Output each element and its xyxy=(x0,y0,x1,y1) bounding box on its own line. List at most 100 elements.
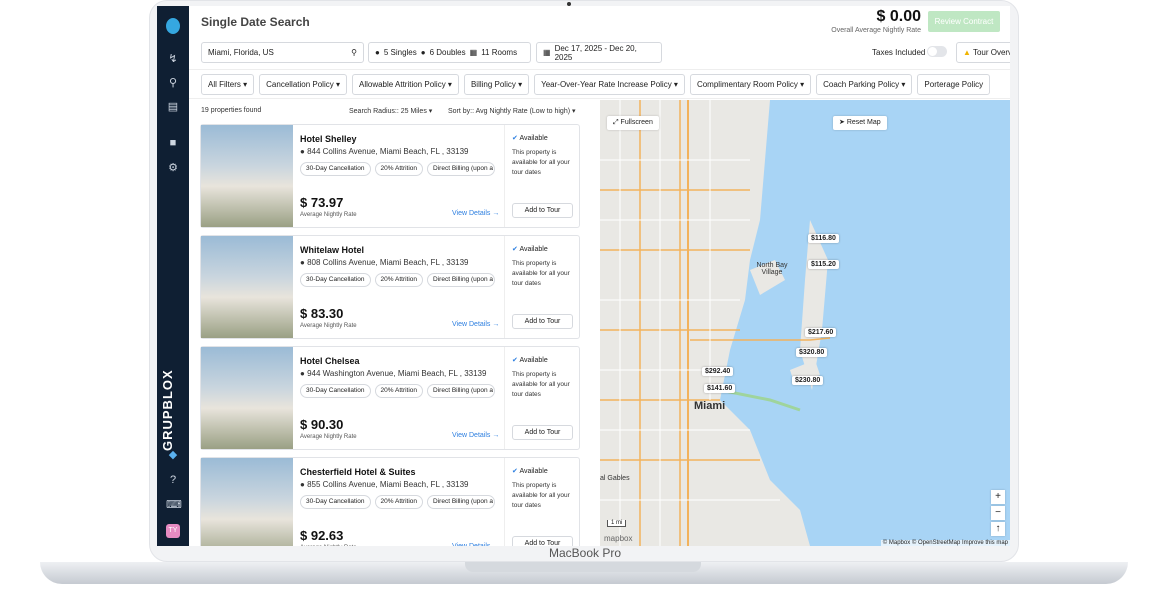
hotel-photo[interactable] xyxy=(201,458,293,546)
hotel-name[interactable]: Hotel Chelsea xyxy=(300,356,360,366)
price-pin[interactable]: $320.80 xyxy=(796,348,828,357)
singles-count: 5 Singles xyxy=(383,48,417,57)
map[interactable]: ⤢ Fullscreen ➤ Reset Map North Bay Villa… xyxy=(600,100,1010,546)
fullscreen-button[interactable]: ⤢ Fullscreen xyxy=(607,116,659,130)
map-attribution[interactable]: © Mapbox © OpenStreetMap Improve this ma… xyxy=(880,540,1010,546)
avatar[interactable]: TY xyxy=(166,524,180,538)
taxes-label: Taxes Included xyxy=(872,48,926,57)
date-range-value: Dec 17, 2025 - Dec 20, 2025 xyxy=(554,43,637,62)
add-to-tour-button[interactable]: Add to Tour xyxy=(512,536,573,546)
availability-status: ✔ Available xyxy=(512,135,548,142)
add-to-tour-button[interactable]: Add to Tour xyxy=(512,314,573,329)
location-input[interactable]: Miami, Florida, US ⚲ xyxy=(201,42,364,63)
hotel-price: $ 73.97 xyxy=(300,195,344,210)
hotel-card[interactable]: Hotel Shelley ● 844 Collins Avenue, Miam… xyxy=(200,124,580,228)
gear-icon[interactable]: ⚙ xyxy=(166,161,180,175)
hotel-card[interactable]: Hotel Chelsea ● 944 Washington Avenue, M… xyxy=(200,346,580,450)
total-amount-caption: Overall Average Nightly Rate xyxy=(831,27,921,34)
price-pin[interactable]: $230.80 xyxy=(792,376,824,385)
hotel-address: ● 808 Collins Avenue, Miami Beach, FL , … xyxy=(300,258,469,267)
hotel-name[interactable]: Hotel Shelley xyxy=(300,134,357,144)
view-details-link[interactable]: View Details → xyxy=(452,543,499,546)
device-label: MacBook Pro xyxy=(548,546,622,560)
view-details-link[interactable]: View Details → xyxy=(452,321,499,328)
price-pin[interactable]: $217.60 xyxy=(805,328,837,337)
tour-overview-button[interactable]: ▲ Tour Overview xyxy=(956,42,1010,63)
filter-attrition[interactable]: Allowable Attrition Policy ▾ xyxy=(351,74,459,95)
policy-tags: 30-Day Cancellation 20% Attrition Direct… xyxy=(300,162,496,176)
date-range-picker[interactable]: ▦ Dec 17, 2025 - Dec 20, 2025 xyxy=(536,42,662,63)
map-label-north-bay: North Bay Village xyxy=(756,262,788,276)
hotel-card[interactable]: Chesterfield Hotel & Suites ● 855 Collin… xyxy=(200,457,580,546)
check-icon: ✔ xyxy=(512,246,518,253)
mapbox-logo: mapbox xyxy=(604,534,633,543)
hotel-address: ● 855 Collins Avenue, Miami Beach, FL , … xyxy=(300,480,469,489)
availability-text: This property is available for all your … xyxy=(512,149,570,176)
clipboard-icon[interactable]: ■ xyxy=(166,136,180,150)
hotel-photo[interactable] xyxy=(201,236,293,338)
price-pin[interactable]: $141.60 xyxy=(704,384,736,393)
search-radius[interactable]: Search Radius:: 25 Miles ▾ xyxy=(349,107,432,115)
map-scale: 1 mi xyxy=(607,520,627,527)
route-icon[interactable]: ↯ xyxy=(166,52,180,66)
view-details-link[interactable]: View Details → xyxy=(452,210,499,217)
policy-tags: 30-Day Cancellation 20% Attrition Direct… xyxy=(300,495,496,509)
hotel-price: $ 90.30 xyxy=(300,417,344,432)
price-pin[interactable]: $115.20 xyxy=(808,260,839,269)
page-title: Single Date Search xyxy=(201,15,310,29)
policy-tags: 30-Day Cancellation 20% Attrition Direct… xyxy=(300,273,496,287)
taxes-toggle[interactable] xyxy=(927,46,947,57)
policy-tag: Direct Billing (upon a xyxy=(427,162,496,176)
filter-cancellation[interactable]: Cancellation Policy ▾ xyxy=(259,74,347,95)
hotel-card[interactable]: Whitelaw Hotel ● 808 Collins Avenue, Mia… xyxy=(200,235,580,339)
filter-rate-increase[interactable]: Year-Over-Year Rate Increase Policy ▾ xyxy=(534,74,685,95)
policy-tags: 30-Day Cancellation 20% Attrition Direct… xyxy=(300,384,496,398)
hotel-price-caption: Average Nightly Rate xyxy=(300,545,357,546)
policy-tag: 20% Attrition xyxy=(374,162,424,176)
availability-status: ✔ Available xyxy=(512,246,548,253)
add-to-tour-button[interactable]: Add to Tour xyxy=(512,203,573,218)
search-icon: ⚲ xyxy=(351,48,357,57)
filter-porterage[interactable]: Porterage Policy xyxy=(917,74,991,95)
keyboard-icon[interactable]: ⌨ xyxy=(166,498,182,512)
add-to-tour-button[interactable]: Add to Tour xyxy=(512,425,573,440)
price-pin[interactable]: $116.80 xyxy=(808,234,839,243)
hotel-price-caption: Average Nightly Rate xyxy=(300,212,357,218)
zoom-out-button[interactable]: − xyxy=(991,506,1005,520)
sort-select[interactable]: Sort by:: Avg Nightly Rate (Low to high)… xyxy=(448,107,576,115)
review-contract-button[interactable]: Review Contract xyxy=(928,11,1000,32)
help-icon[interactable]: ? xyxy=(166,473,180,487)
main-panel: Single Date Search $ 0.00 Overall Averag… xyxy=(189,6,1010,546)
hotel-list: Hotel Shelley ● 844 Collins Avenue, Miam… xyxy=(200,124,580,546)
rooms-count: 11 Rooms xyxy=(481,48,518,57)
filter-all[interactable]: All Filters ▾ xyxy=(201,74,255,95)
chart-icon[interactable]: ▤ xyxy=(166,100,180,114)
people-icon: ● xyxy=(420,48,426,57)
tag-icon[interactable]: ◆ xyxy=(166,448,180,462)
availability-text: This property is available for all your … xyxy=(512,371,570,398)
guest-selector[interactable]: ● 5 Singles ● 6 Doubles ▦ 11 Rooms xyxy=(368,42,531,63)
hotel-name[interactable]: Whitelaw Hotel xyxy=(300,245,364,255)
compass-button[interactable]: ↑ xyxy=(991,522,1005,536)
filter-coach-parking[interactable]: Coach Parking Policy ▾ xyxy=(816,74,913,95)
policy-tag: 30-Day Cancellation xyxy=(300,162,371,176)
policy-tag: Direct Billing (upon a xyxy=(427,384,496,398)
warning-icon: ▲ xyxy=(962,48,971,57)
hotel-address: ● 844 Collins Avenue, Miami Beach, FL , … xyxy=(300,147,469,156)
price-pin[interactable]: $292.40 xyxy=(702,367,734,376)
map-label-miami: Miami xyxy=(694,400,726,412)
filter-billing[interactable]: Billing Policy ▾ xyxy=(463,74,530,95)
filter-complimentary-room[interactable]: Complimentary Room Policy ▾ xyxy=(689,74,812,95)
hotel-photo[interactable] xyxy=(201,125,293,227)
map-label-gables: al Gables xyxy=(600,475,630,482)
hotel-name[interactable]: Chesterfield Hotel & Suites xyxy=(300,467,416,477)
zoom-in-button[interactable]: + xyxy=(991,490,1005,504)
sidebar: ↯ ⚲ ▤ ■ ⚙ GRUPBLOX ◆ ? ⌨ TY xyxy=(157,6,189,546)
hotel-price: $ 92.63 xyxy=(300,528,344,543)
map-canvas xyxy=(600,100,1010,546)
view-details-link[interactable]: View Details → xyxy=(452,432,499,439)
hotel-photo[interactable] xyxy=(201,347,293,449)
search-icon[interactable]: ⚲ xyxy=(166,76,180,90)
doubles-count: 6 Doubles xyxy=(429,48,466,57)
reset-map-button[interactable]: ➤ Reset Map xyxy=(833,116,887,130)
